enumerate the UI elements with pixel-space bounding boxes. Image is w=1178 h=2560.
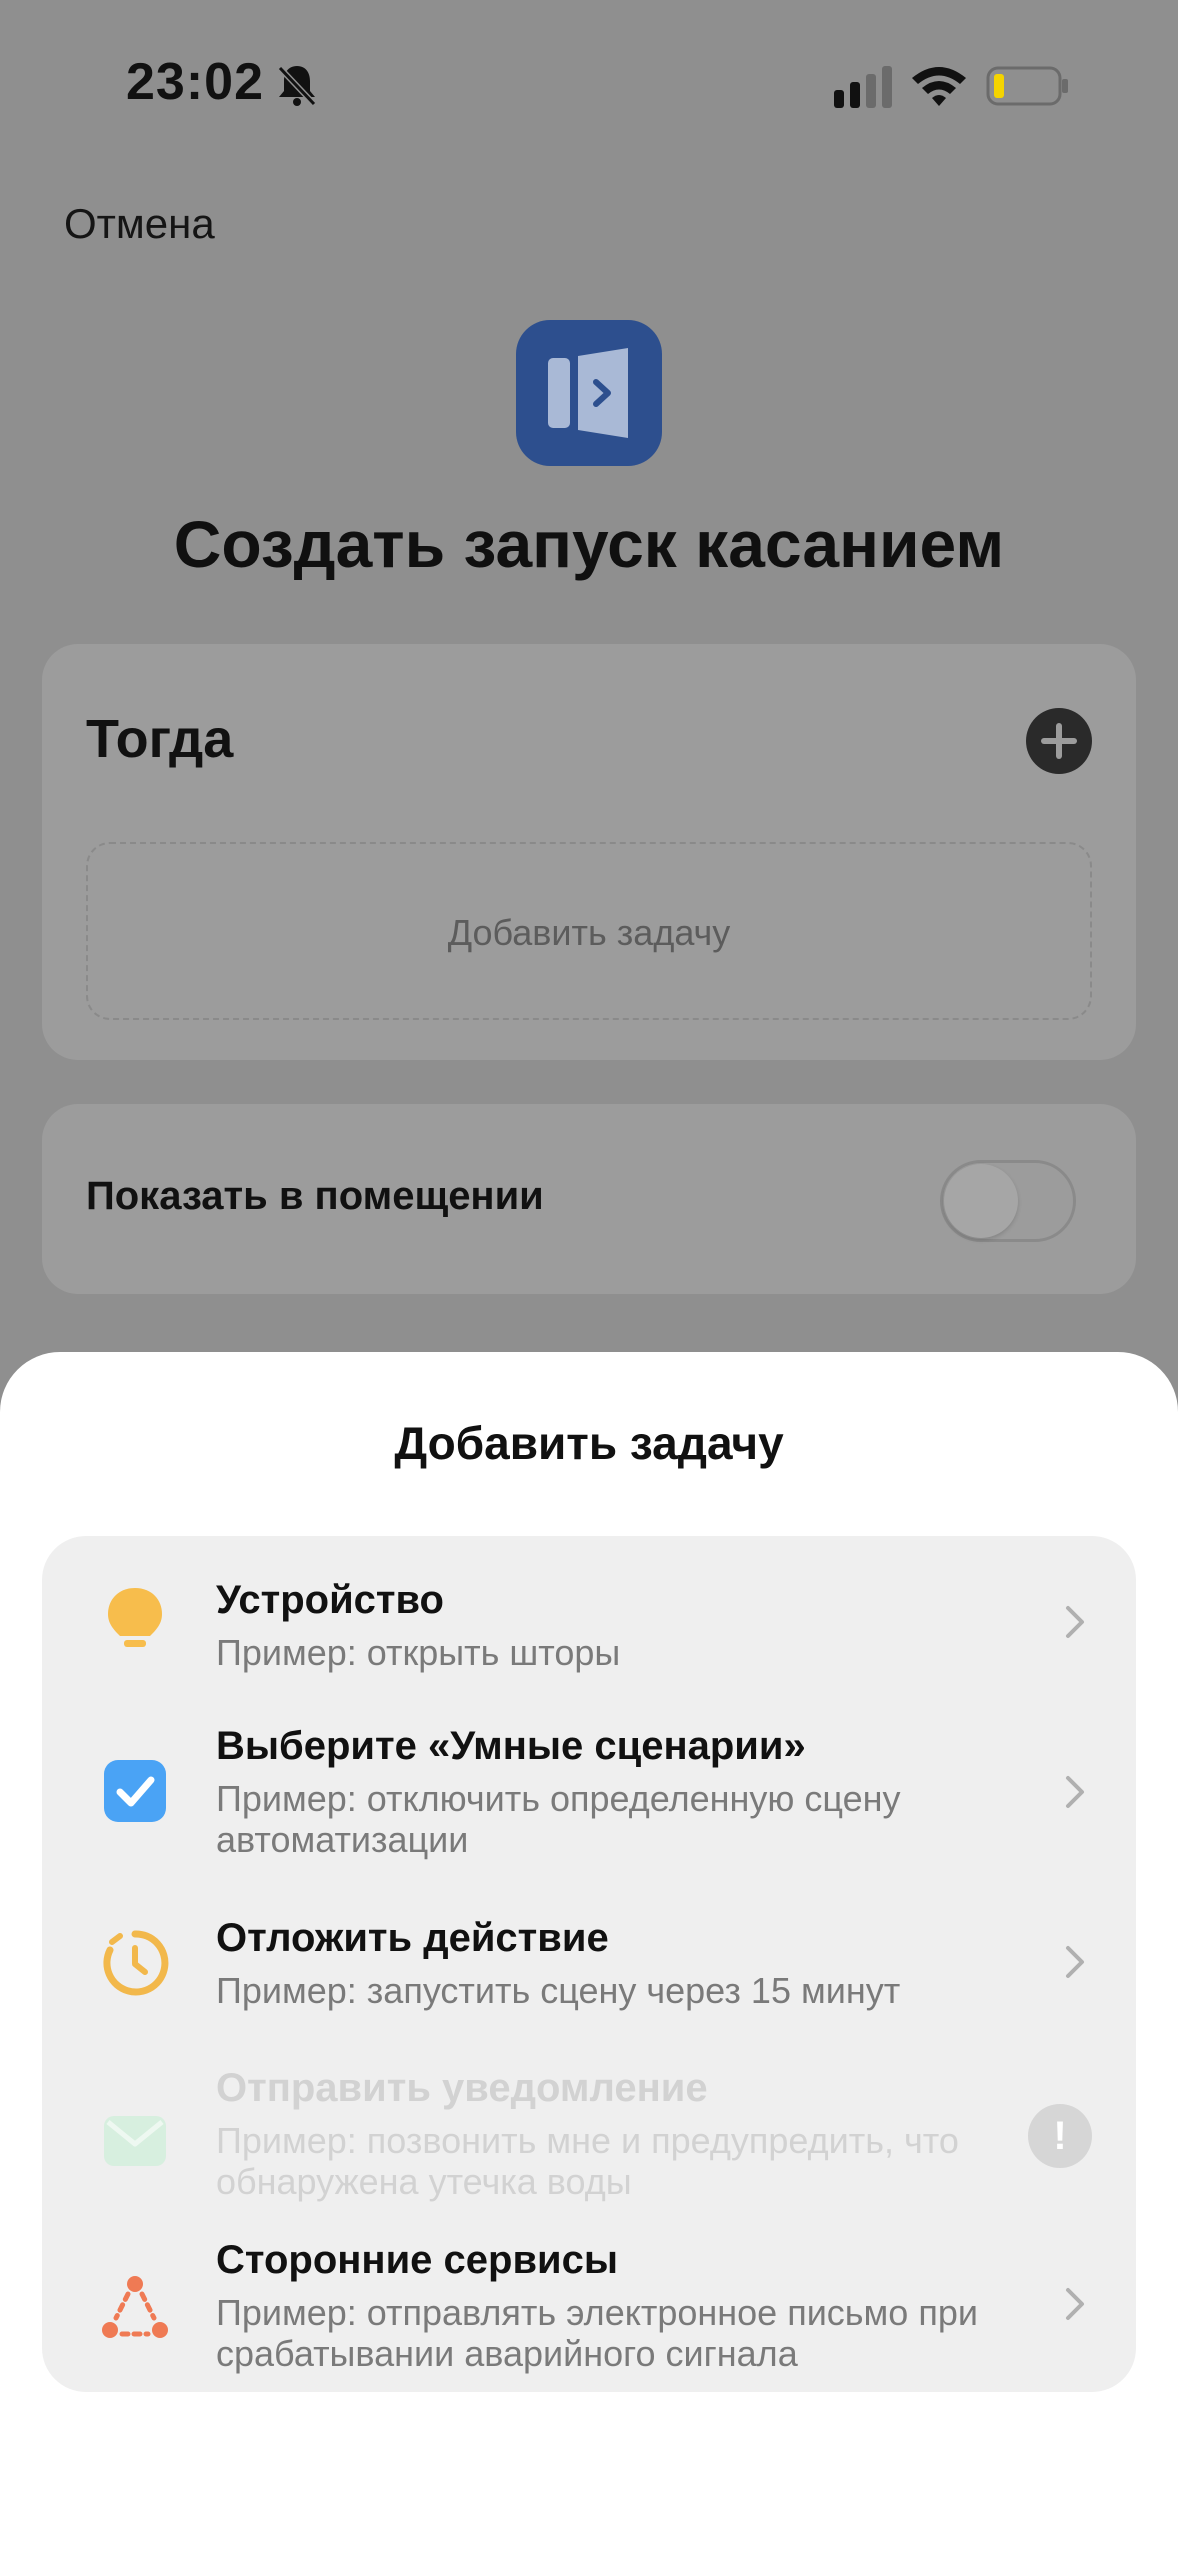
chevron-right-icon: [1066, 1946, 1084, 1978]
bell-off-icon: [277, 65, 317, 107]
task-item-title: Сторонние сервисы: [216, 2238, 619, 2282]
task-item-notification[interactable]: Отправить уведомление Пример: позвонить …: [42, 2050, 1136, 2210]
task-item-title: Выберите «Умные сценарии»: [216, 1724, 806, 1768]
chevron-right-icon: [1066, 1776, 1084, 1808]
battery-low-icon: [986, 66, 1068, 106]
chevron-right-icon: [1066, 1606, 1084, 1638]
task-item-subtitle: Пример: открыть шторы: [216, 1632, 621, 1673]
wifi-icon: [912, 67, 966, 106]
task-item-title: Отложить действие: [216, 1916, 609, 1960]
checkbox-icon: [104, 1760, 166, 1822]
sheet-title: Добавить задачу: [394, 1417, 784, 1469]
toggle-knob: [944, 1164, 1018, 1238]
task-item-title: Устройство: [216, 1578, 444, 1622]
task-item-smart-scenes[interactable]: Выберите «Умные сценарии» Пример: отключ…: [42, 1710, 1136, 1870]
integration-icon: [102, 2276, 168, 2338]
task-item-subtitle: Пример: отключить определенную сцену авт…: [216, 1778, 901, 1860]
task-item-subtitle: Пример: отправлять электронное письмо пр…: [216, 2292, 978, 2374]
plus-icon[interactable]: [1026, 708, 1092, 774]
task-item-subtitle: Пример: запустить сцену через 15 минут: [216, 1970, 901, 2011]
cancel-button[interactable]: Отмена: [64, 200, 215, 248]
page-title: Создать запуск касанием: [173, 507, 1005, 581]
task-item-device[interactable]: Устройство Пример: открыть шторы: [42, 1560, 1136, 1690]
add-task-placeholder-label: Добавить задачу: [447, 912, 731, 953]
status-time: 23:02: [126, 53, 264, 111]
lightbulb-icon: [108, 1588, 162, 1647]
chevron-right-icon: [1066, 2288, 1084, 2320]
envelope-icon: [104, 2116, 166, 2166]
cellular-signal-icon: [834, 66, 892, 108]
timer-icon: [103, 1930, 169, 1996]
task-item-subtitle: Пример: позвонить мне и предупредить, чт…: [216, 2120, 959, 2202]
task-item-title: Отправить уведомление: [216, 2066, 708, 2110]
scene-panel-icon: [516, 320, 662, 466]
then-label: Тогда: [86, 709, 234, 769]
warning-badge[interactable]: !: [1028, 2104, 1092, 2168]
task-item-third-party[interactable]: Сторонние сервисы Пример: отправлять эле…: [42, 2222, 1136, 2382]
task-item-delay[interactable]: Отложить действие Пример: запустить сцен…: [42, 1898, 1136, 2028]
show-in-room-label: Показать в помещении: [86, 1174, 544, 1218]
